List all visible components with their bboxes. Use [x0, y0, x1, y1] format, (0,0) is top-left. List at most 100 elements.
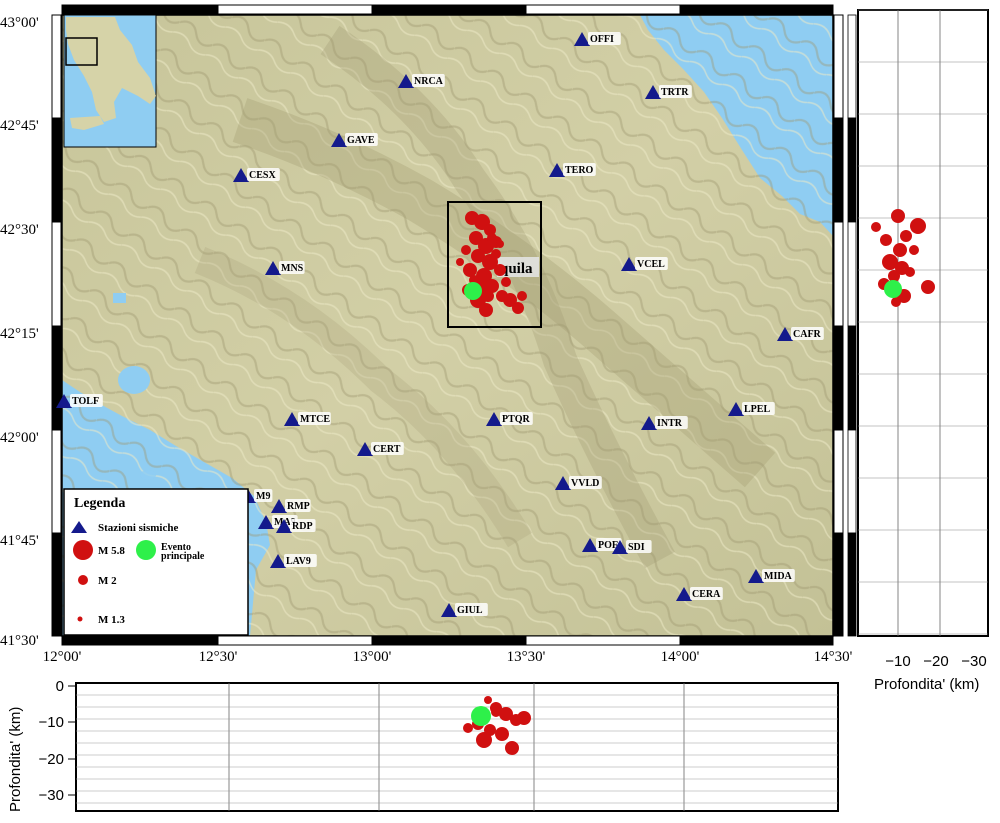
quake-marker: [900, 230, 912, 242]
mainshock-marker: [464, 282, 482, 300]
station-mtce: MTCE: [284, 412, 331, 426]
station-tolf: TOLF: [56, 394, 103, 408]
lon-label: 14°30': [814, 649, 853, 665]
longitude-labels: 12°00' 12°30' 13°00' 13°30' 14°00' 14°30': [43, 649, 853, 665]
side-tick-label: −30: [961, 653, 986, 670]
station-code: LPEL: [744, 404, 770, 415]
quake-marker: [501, 277, 511, 287]
legend-m58: M 5.8: [98, 545, 125, 557]
quake-marker: [479, 303, 493, 317]
station-vcel: VCEL: [621, 257, 668, 271]
large-quake-symbol-icon: [73, 540, 93, 560]
station-code: MIDA: [764, 571, 793, 582]
lat-label: 42°15': [0, 326, 39, 342]
depth-panel-side: −10 −20 −30 Profondita' (km): [847, 9, 989, 693]
lon-label: 13°00': [353, 649, 392, 665]
bottom-tick-label: −10: [39, 714, 64, 731]
station-intr: INTR: [641, 416, 688, 430]
station-lpel: LPEL: [728, 402, 775, 416]
station-code: VVLD: [571, 478, 599, 489]
quake-marker: [487, 233, 497, 243]
station-cera: CERA: [676, 587, 723, 601]
quake-marker: [495, 727, 509, 741]
quake-marker: [491, 249, 501, 259]
station-cesx: CESX: [233, 168, 280, 182]
lake: [118, 366, 150, 394]
latitude-labels: 43°00' 42°45' 42°30' 42°15' 42°00' 41°45' 41°3…: [0, 15, 39, 649]
station-code: GAVE: [347, 135, 375, 146]
legend-stations: Stazioni sismiche: [98, 522, 178, 534]
lat-label: 41°30': [0, 633, 39, 649]
medium-quake-symbol-icon: [78, 575, 88, 585]
bottom-ticks: 0 −10 −20 −30: [39, 678, 76, 804]
legend-title: Legenda: [74, 496, 125, 511]
station-lav9: LAV9: [270, 554, 317, 568]
small-quake-symbol-icon: [77, 616, 83, 622]
quake-marker: [505, 741, 519, 755]
station-code: MTCE: [300, 414, 330, 425]
lon-label: 14°00': [661, 649, 700, 665]
depth-panel-bottom: 0 −10 −20 −30 Profondita' (km): [7, 678, 839, 812]
station-cafr: CAFR: [777, 327, 824, 341]
mainshock-marker: [471, 706, 491, 726]
quake-marker: [496, 240, 504, 248]
side-axis-label: Profondita' (km): [874, 676, 979, 693]
station-code: LAV9: [286, 556, 311, 567]
station-code: RDP: [292, 521, 313, 532]
bottom-tick-label: −30: [39, 787, 64, 804]
legend-main-event-2: principale: [161, 551, 205, 562]
station-offi: OFFI: [574, 32, 621, 46]
lat-label: 41°45': [0, 533, 39, 549]
station-code: GIUL: [457, 605, 483, 616]
quake-marker: [871, 222, 881, 232]
quake-marker: [517, 711, 531, 725]
quake-marker: [921, 280, 935, 294]
mainshock-marker: [884, 280, 902, 298]
quake-marker: [880, 234, 892, 246]
station-code: OFFI: [590, 34, 614, 45]
station-cert: CERT: [357, 442, 404, 456]
station-giul: GIUL: [441, 603, 488, 617]
station-mida: MIDA: [748, 569, 795, 583]
mainshock-symbol-icon: [136, 540, 156, 560]
quake-marker: [891, 297, 901, 307]
quake-marker: [484, 696, 492, 704]
bottom-axis-label: Profondita' (km): [7, 707, 24, 812]
lat-label: 42°45': [0, 118, 39, 134]
station-code: TOLF: [72, 396, 99, 407]
quake-marker: [512, 302, 524, 314]
station-trtr: TRTR: [645, 85, 692, 99]
quake-marker: [491, 707, 501, 717]
station-code: TERO: [565, 165, 594, 176]
lon-label: 12°00': [43, 649, 82, 665]
quake-marker: [517, 291, 527, 301]
quake-marker: [494, 264, 506, 276]
lon-label: 12°30': [199, 649, 238, 665]
legend: Legenda Stazioni sismiche M 5.8 Evento p…: [63, 488, 249, 636]
quake-marker: [463, 723, 473, 733]
station-code: M9: [256, 491, 270, 502]
legend-m2: M 2: [98, 575, 117, 587]
lake: [140, 470, 156, 480]
station-code: CERA: [692, 589, 721, 600]
station-ptqr: PTQR: [486, 412, 533, 426]
station-code: CAFR: [793, 329, 822, 340]
station-code: TRTR: [661, 87, 689, 98]
station-code: INTR: [657, 418, 683, 429]
lon-label: 13°30': [507, 649, 546, 665]
quake-marker: [891, 209, 905, 223]
bottom-tick-label: −20: [39, 751, 64, 768]
side-tick-label: −20: [923, 653, 948, 670]
lat-label: 42°00': [0, 430, 39, 446]
station-code: VCEL: [637, 259, 665, 270]
station-nrca: NRCA: [398, 74, 445, 88]
quake-marker: [461, 245, 471, 255]
station-gave: GAVE: [331, 133, 378, 147]
inset-map: [63, 14, 157, 148]
quake-marker: [456, 258, 464, 266]
legend-m13: M 1.3: [98, 614, 125, 626]
station-code: SDI: [628, 542, 645, 553]
lat-label: 43°00': [0, 15, 39, 31]
quake-marker: [909, 245, 919, 255]
station-tero: TERO: [549, 163, 596, 177]
